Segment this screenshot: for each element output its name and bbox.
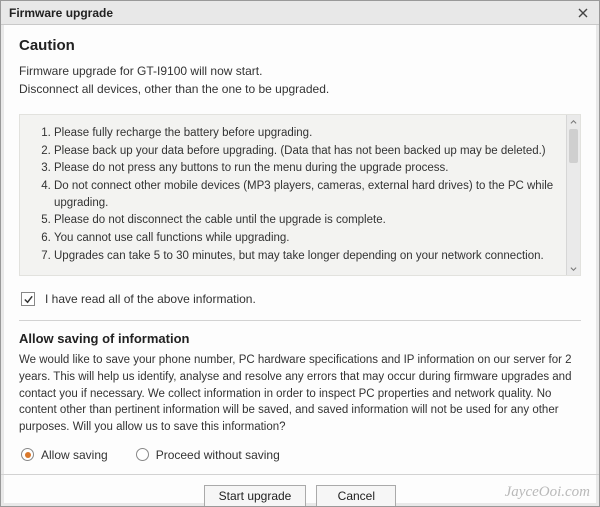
radio-proceed[interactable]	[136, 448, 149, 461]
scroll-down-icon[interactable]	[567, 261, 580, 275]
radio-option-proceed[interactable]: Proceed without saving	[136, 448, 280, 462]
instruction-item: Do not connect other mobile devices (MP3…	[54, 178, 560, 211]
instructions-list: Please fully recharge the battery before…	[24, 125, 560, 265]
caution-line-2: Disconnect all devices, other than the o…	[19, 80, 581, 98]
button-row: Start upgrade Cancel	[1, 474, 599, 506]
acknowledge-row: I have read all of the above information…	[19, 292, 581, 306]
radio-allow-label: Allow saving	[41, 448, 108, 462]
window-title: Firmware upgrade	[9, 6, 571, 20]
scroll-thumb[interactable]	[569, 129, 578, 163]
acknowledge-checkbox[interactable]	[21, 292, 35, 306]
cancel-button[interactable]: Cancel	[316, 485, 396, 506]
caution-line-1: Firmware upgrade for GT-I9100 will now s…	[19, 62, 581, 80]
close-icon[interactable]	[571, 4, 595, 22]
radio-dot-icon	[25, 452, 31, 458]
titlebar: Firmware upgrade	[1, 1, 599, 25]
instruction-item: You cannot use call functions while upgr…	[54, 230, 560, 247]
divider	[19, 320, 581, 321]
acknowledge-label: I have read all of the above information…	[45, 292, 256, 306]
instruction-item: Upgrades can take 5 to 30 minutes, but m…	[54, 248, 560, 265]
radio-option-allow[interactable]: Allow saving	[21, 448, 108, 462]
instruction-item: Please do not disconnect the cable until…	[54, 212, 560, 229]
content-area: Caution Firmware upgrade for GT-I9100 wi…	[1, 25, 599, 506]
instructions-panel: Please fully recharge the battery before…	[19, 114, 581, 276]
radio-proceed-label: Proceed without saving	[156, 448, 280, 462]
scroll-up-icon[interactable]	[567, 115, 580, 129]
instruction-item: Please back up your data before upgradin…	[54, 143, 560, 160]
radio-group: Allow saving Proceed without saving	[19, 448, 581, 462]
caution-heading: Caution	[19, 37, 581, 54]
firmware-upgrade-dialog: Firmware upgrade Caution Firmware upgrad…	[0, 0, 600, 507]
radio-allow[interactable]	[21, 448, 34, 461]
scrollbar[interactable]	[566, 115, 580, 275]
instruction-item: Please fully recharge the battery before…	[54, 125, 560, 142]
allow-text: We would like to save your phone number,…	[19, 352, 581, 435]
instruction-item: Please do not press any buttons to run t…	[54, 160, 560, 177]
allow-heading: Allow saving of information	[19, 331, 581, 346]
start-upgrade-button[interactable]: Start upgrade	[204, 485, 307, 506]
